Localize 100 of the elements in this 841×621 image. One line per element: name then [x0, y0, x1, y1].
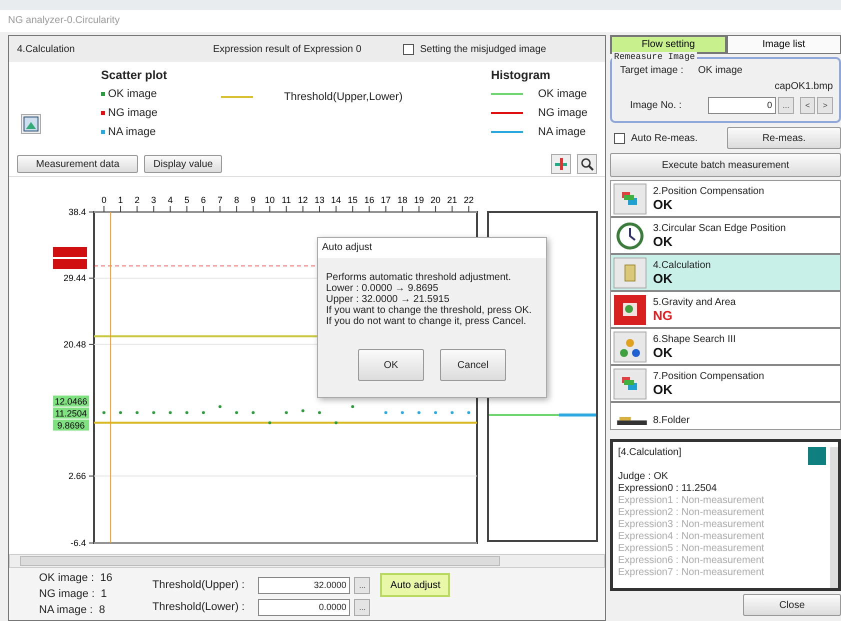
x-tick: 5 [184, 195, 190, 212]
x-tick-label: 21 [447, 195, 458, 205]
browse-button[interactable]: ... [354, 576, 370, 594]
expression-label: Expression result of Expression 0 [213, 44, 362, 54]
x-tick-label: 22 [464, 195, 474, 205]
flow-item[interactable]: 6.Shape Search III OK [611, 329, 840, 366]
flow-item[interactable]: 7.Position Compensation OK [611, 366, 840, 403]
ng-tag-drawing [53, 247, 87, 269]
vertical-scrollbar[interactable] [830, 447, 838, 588]
detail-line: Expression7 : Non-measurement [618, 567, 766, 579]
x-tick: 2 [134, 195, 140, 212]
previous-button[interactable]: < [800, 96, 816, 114]
data-point [136, 411, 139, 414]
flow-item-name: 7.Position Compensation [653, 370, 764, 382]
x-tick-label: 1 [118, 195, 124, 205]
x-tick: 10 [264, 195, 275, 212]
value-tag: 11.2504 [53, 408, 89, 419]
detail-line: Expression4 : Non-measurement [618, 531, 766, 543]
threshold-label: Threshold(Lower) : [152, 601, 246, 613]
legend-item: OK image [491, 84, 588, 103]
x-tick-label: 19 [414, 195, 424, 205]
x-tick-label: 8 [234, 195, 240, 205]
flow-item-name: 8.Folder [653, 415, 690, 426]
file-name: capOK1.bmp [774, 80, 833, 92]
panel-tab[interactable]: Flow setting [610, 35, 726, 54]
target-label: Target image : [620, 64, 684, 76]
next-button[interactable]: > [817, 96, 833, 114]
x-tick-label: 4 [168, 195, 173, 205]
auto-adjust-button[interactable]: Auto adjust [380, 573, 450, 597]
x-tick: 17 [380, 195, 391, 212]
calculator-icon [613, 256, 647, 288]
legend-item: OK image [101, 84, 221, 103]
dialog-title: Auto adjust [318, 238, 546, 258]
window-title: NG analyzer-0.Circularity [0, 10, 841, 32]
target-value: OK image [698, 64, 742, 76]
x-tick: 0 [101, 195, 106, 212]
image-icon[interactable] [21, 114, 41, 134]
flow-judge: OK [653, 270, 674, 286]
gravity-area-icon [613, 294, 647, 326]
browse-button[interactable]: ... [778, 96, 794, 114]
x-tick: 20 [430, 195, 441, 212]
x-tick: 22 [464, 195, 474, 212]
y-tick: 2.66 [68, 471, 94, 482]
value-tag: 12.0466 [53, 396, 89, 407]
legend-item: NA image [491, 122, 588, 141]
batch-measure-button[interactable]: Execute batch measurement [610, 153, 841, 177]
data-point [102, 411, 106, 414]
legend-item: NG image [491, 103, 588, 122]
y-tick: 29.44 [63, 273, 94, 284]
shape-search-icon [613, 330, 647, 362]
threshold-field[interactable]: 32.0000 [258, 576, 350, 594]
y-tick-label: 2.66 [68, 471, 86, 482]
toolbar-button[interactable]: Display value [144, 155, 222, 173]
group-title: Remeasure Image [612, 52, 698, 62]
data-point [351, 405, 354, 408]
dialog-message: Performs automatic threshold adjustment. [326, 272, 512, 283]
data-point [434, 411, 438, 414]
close-button[interactable]: Close [743, 594, 841, 616]
detail-line: Expression3 : Non-measurement [618, 519, 766, 531]
image-no-field[interactable]: 0 [708, 96, 776, 114]
data-point [168, 411, 172, 414]
dialog-message: If you want to change the threshold, press OK. [326, 305, 533, 316]
zoom-icon[interactable] [577, 154, 597, 174]
x-tick: 3 [151, 195, 156, 212]
toolbar-button[interactable]: Measurement data [17, 155, 138, 173]
flow-item[interactable]: 2.Position Compensation OK [611, 181, 840, 218]
data-point [119, 411, 122, 414]
flow-item[interactable]: 5.Gravity and Area NG [611, 292, 840, 329]
remeasure-button[interactable]: Re-meas. [727, 127, 841, 149]
x-tick: 9 [250, 195, 256, 212]
image-no-label: Image No. : [629, 100, 683, 110]
dialog-button[interactable]: OK [358, 349, 424, 381]
horizontal-scrollbar[interactable] [9, 554, 605, 568]
dialog-button[interactable]: Cancel [440, 349, 506, 381]
x-tick: 11 [282, 195, 291, 212]
value-tag: 9.8696 [53, 420, 89, 431]
flow-judge: OK [653, 344, 674, 360]
x-tick: 14 [331, 195, 342, 212]
x-tick: 4 [168, 195, 173, 212]
panel-tab[interactable]: Image list [726, 35, 841, 54]
browse-button[interactable]: ... [354, 598, 370, 616]
x-tick-label: 2 [134, 195, 140, 205]
threshold-field[interactable]: 0.0000 [258, 598, 350, 616]
data-point [334, 421, 338, 424]
flow-item[interactable]: 4.Calculation OK [611, 255, 840, 292]
legend-item: NG image [101, 103, 221, 122]
data-point [384, 411, 388, 414]
auto-remeasure-checkbox[interactable]: Auto Re-meas. [614, 132, 698, 144]
misjudged-checkbox[interactable]: Setting the misjudged image [403, 44, 546, 54]
image-count: OK image : 16 [39, 572, 112, 586]
dialog-message: Upper : 32.0000 → 21.5915 [326, 294, 450, 305]
x-tick: 13 [314, 195, 324, 212]
y-tick: 38.4 [68, 207, 94, 217]
x-tick-label: 6 [200, 195, 206, 205]
data-point [252, 411, 255, 414]
y-tick-label: -6.4 [70, 538, 86, 548]
data-point [185, 411, 188, 414]
dialog-message: If you do not want to change it, press Cancel. [326, 316, 528, 327]
adjust-icon[interactable] [551, 154, 571, 174]
x-tick: 6 [200, 195, 206, 212]
